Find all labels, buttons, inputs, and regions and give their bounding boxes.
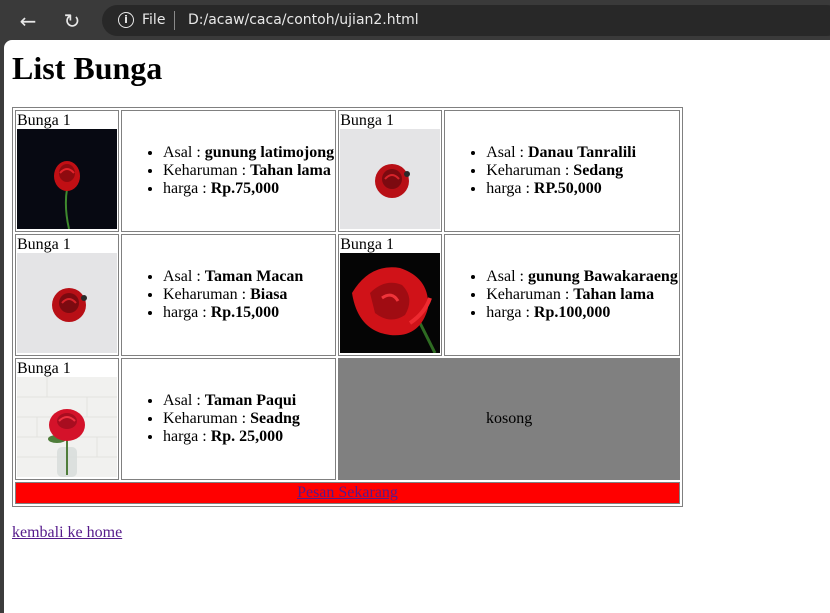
list-item: Asal : gunung Bawakaraeng: [486, 268, 679, 286]
origin-value: Taman Macan: [204, 268, 304, 285]
flower-table: Bunga 1 Asal : gunung latimojong Keharum…: [12, 107, 683, 507]
browser-toolbar: ← ↻ i File D:/acaw/caca/contoh/ujian2.ht…: [0, 0, 830, 40]
price-value: Rp.15,000: [210, 304, 280, 321]
flower-caption: Bunga 1: [340, 112, 394, 129]
scent-value: Sedang: [573, 162, 624, 179]
scent-value: Tahan lama: [573, 286, 655, 303]
list-item: Asal : Taman Paqui: [163, 392, 335, 410]
flower-image-cell: Bunga 1: [15, 234, 119, 356]
scent-label: Keharuman :: [486, 162, 574, 179]
list-item: Keharuman : Biasa: [163, 286, 335, 304]
price-label: harga :: [486, 180, 534, 197]
scent-label: Keharuman :: [163, 286, 251, 303]
back-home-link[interactable]: kembali ke home: [12, 524, 122, 542]
price-value: Rp. 25,000: [210, 428, 284, 445]
divider: [174, 11, 175, 30]
price-value: Rp.100,000: [533, 304, 611, 321]
flower-image-cell: Bunga 1: [338, 110, 443, 232]
empty-cell: kosong: [338, 358, 680, 480]
price-value: RP.50,000: [533, 180, 602, 197]
flower-details: Asal : gunung Bawakaraeng Keharuman : Ta…: [444, 234, 680, 356]
back-arrow-icon[interactable]: ←: [15, 8, 41, 34]
list-item: Keharuman : Seadng: [163, 410, 335, 428]
price-label: harga :: [163, 180, 211, 197]
scent-value: Tahan lama: [250, 162, 331, 179]
flower-image-cell: Bunga 1: [15, 358, 119, 480]
table-row: Bunga 1 • Asal: Taman Paqui • Keharuman…: [15, 358, 680, 480]
origin-label: Asal :: [163, 392, 205, 409]
flower-caption: Bunga 1: [340, 236, 394, 253]
flower-caption: Bunga 1: [17, 112, 71, 129]
flower-details: Asal : Taman Paqui Keharuman : Seadng ha…: [121, 358, 337, 480]
url-text[interactable]: D:/acaw/caca/contoh/ujian2.html: [188, 12, 419, 28]
origin-value: Taman Paqui: [204, 392, 297, 409]
table-row: Bunga 1 Asal : Taman Macan Keharuman : B…: [15, 234, 680, 356]
rose-vase-photo: [17, 377, 117, 477]
address-bar[interactable]: i File D:/acaw/caca/contoh/ujian2.html: [102, 5, 830, 36]
page-viewport: List Bunga Bunga 1 Asal : gunung latimoj…: [4, 40, 830, 613]
origin-label: Asal :: [486, 144, 528, 161]
flower-caption: Bunga 1: [17, 360, 71, 377]
list-item: Keharuman : Sedang: [486, 162, 679, 180]
list-item: harga : Rp.75,000: [163, 180, 335, 198]
origin-label: Asal :: [486, 268, 528, 285]
list-item: harga : Rp.100,000: [486, 304, 679, 322]
list-item: Keharuman : Tahan lama: [486, 286, 679, 304]
flower-caption: Bunga 1: [17, 236, 71, 253]
table-row: Pesan Sekarang: [15, 482, 680, 504]
flower-image-cell: Bunga 1: [338, 234, 443, 356]
price-label: harga :: [163, 304, 211, 321]
order-cell: Pesan Sekarang: [15, 482, 680, 504]
origin-label: Asal :: [163, 268, 205, 285]
scent-label: Keharuman :: [163, 162, 251, 179]
price-value: Rp.75,000: [210, 180, 280, 197]
rose-photo-dark: [17, 129, 117, 229]
scent-value: Biasa: [250, 286, 288, 303]
origin-value: Danau Tanralili: [528, 144, 637, 161]
flower-details: Asal : Taman Macan Keharuman : Biasa har…: [121, 234, 337, 356]
info-icon[interactable]: i: [118, 12, 134, 28]
scent-label: Keharuman :: [163, 410, 251, 427]
order-now-link[interactable]: Pesan Sekarang: [297, 484, 398, 501]
rose-photo-light: [17, 253, 117, 353]
origin-value: gunung Bawakaraeng: [528, 268, 678, 285]
origin-value: gunung latimojong: [204, 144, 335, 161]
reload-icon[interactable]: ↻: [59, 8, 85, 34]
list-item: Asal : Danau Tanralili: [486, 144, 679, 162]
list-item: harga : Rp.15,000: [163, 304, 335, 322]
page-title: List Bunga: [12, 50, 163, 86]
flower-image-cell: Bunga 1: [15, 110, 119, 232]
rose-photo-light: [340, 129, 441, 229]
list-item: Asal : gunung latimojong: [163, 144, 335, 162]
scheme-label: File: [142, 12, 166, 28]
table-row: Bunga 1 Asal : gunung latimojong Keharum…: [15, 110, 680, 232]
list-item: harga : RP.50,000: [486, 180, 679, 198]
list-item: harga : Rp. 25,000: [163, 428, 335, 446]
list-item: Asal : Taman Macan: [163, 268, 335, 286]
scent-value: Seadng: [250, 410, 300, 427]
scent-label: Keharuman :: [486, 286, 574, 303]
origin-label: Asal :: [163, 144, 205, 161]
price-label: harga :: [486, 304, 534, 321]
flower-details: Asal : Danau Tanralili Keharuman : Sedan…: [444, 110, 680, 232]
price-label: harga :: [163, 428, 211, 445]
rose-photo-closeup: [340, 253, 441, 353]
list-item: Keharuman : Tahan lama: [163, 162, 335, 180]
flower-details: Asal : gunung latimojong Keharuman : Tah…: [121, 110, 337, 232]
